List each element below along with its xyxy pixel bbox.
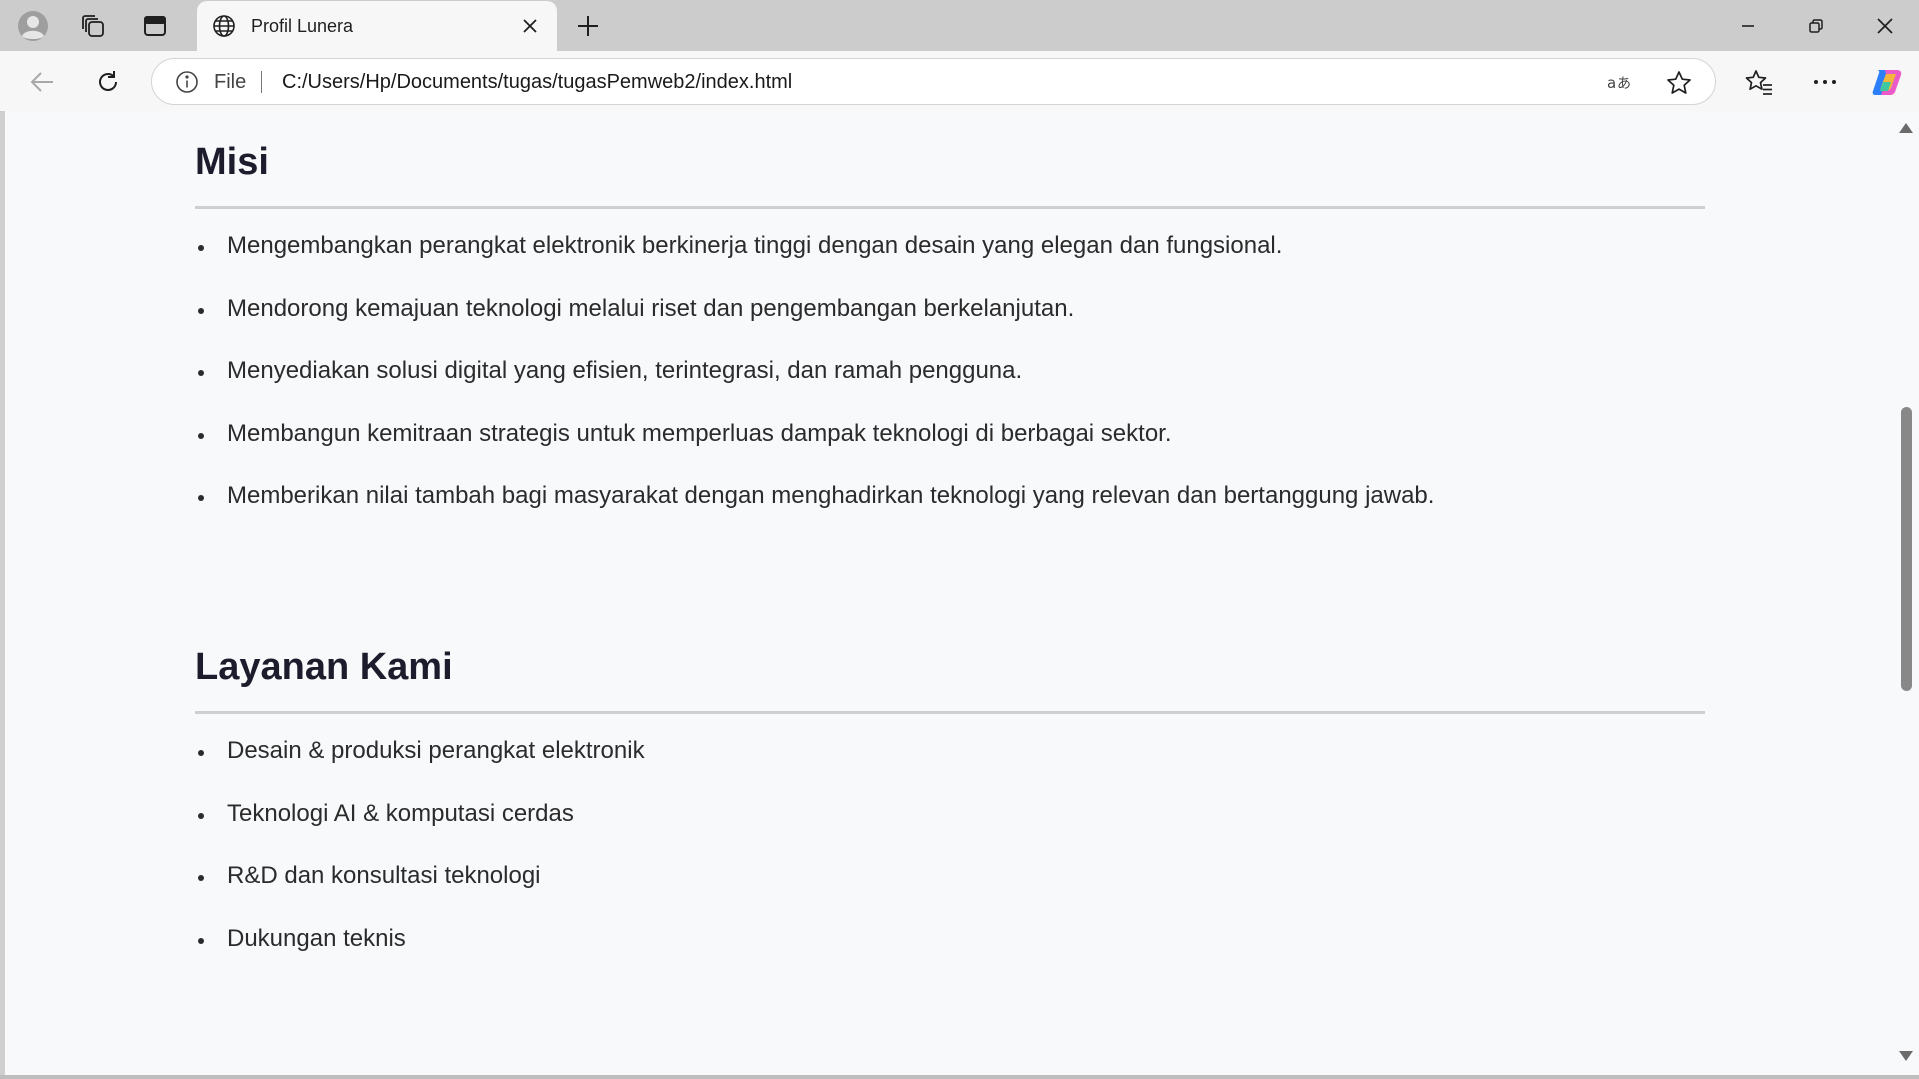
copilot-button[interactable] xyxy=(1865,60,1909,104)
tab-title: Profil Lunera xyxy=(251,15,354,36)
list-item: Dukungan teknis xyxy=(195,924,1705,954)
misi-heading: Misi xyxy=(195,141,269,183)
window-close-icon xyxy=(1877,17,1893,34)
favorites-icon xyxy=(1745,70,1772,95)
more-button[interactable] xyxy=(1803,60,1847,104)
workspaces-button[interactable] xyxy=(71,7,115,45)
address-divider xyxy=(261,71,262,93)
new-tab-button[interactable] xyxy=(566,6,610,46)
globe-icon xyxy=(207,9,241,43)
scrollbar-thumb[interactable] xyxy=(1901,407,1912,691)
star-icon[interactable] xyxy=(1663,67,1695,99)
minimize-button[interactable] xyxy=(1714,0,1782,51)
workspaces-icon xyxy=(82,15,104,37)
read-aloud-icon[interactable]: a あ xyxy=(1604,67,1636,99)
list-item: Membangun kemitraan strategis untuk memp… xyxy=(195,419,1705,449)
list-item: Teknologi AI & komputasi cerdas xyxy=(195,799,1705,829)
url-text[interactable]: C:/Users/Hp/Documents/tugas/tugasPemweb2… xyxy=(282,71,792,94)
window-close-button[interactable] xyxy=(1851,0,1919,51)
plus-icon xyxy=(578,16,598,36)
info-icon[interactable] xyxy=(174,69,200,95)
restore-button[interactable] xyxy=(1782,0,1850,51)
scroll-up-arrow-icon[interactable] xyxy=(1899,123,1913,133)
list-item: Mendorong kemajuan teknologi melalui ris… xyxy=(195,294,1705,324)
list-item: Desain & produksi perangkat elektronik xyxy=(195,736,1705,766)
profile-icon xyxy=(18,11,48,41)
list-item: R&D dan konsultasi teknologi xyxy=(195,861,1705,891)
section-divider xyxy=(195,206,1705,209)
layanan-section: Layanan Kami Desain & produksi perangkat… xyxy=(195,644,1705,986)
refresh-button[interactable] xyxy=(86,60,130,104)
list-item: Memberikan nilai tambah bagi masyarakat … xyxy=(195,481,1705,511)
list-item: Menyediakan solusi digital yang efisien,… xyxy=(195,356,1705,386)
window-bottom-edge xyxy=(0,1075,1919,1079)
back-button[interactable] xyxy=(20,60,64,104)
layanan-list: Desain & produksi perangkat elektronik T… xyxy=(195,736,1705,954)
svg-text:a: a xyxy=(1607,74,1616,92)
tab-strip: Profil Lunera xyxy=(0,0,1919,51)
page-viewport: Misi Mengembangkan perangkat elektronik … xyxy=(5,111,1894,1075)
misi-list: Mengembangkan perangkat elektronik berki… xyxy=(195,231,1705,511)
refresh-icon xyxy=(99,71,117,91)
more-icon xyxy=(1814,80,1836,84)
restore-icon xyxy=(1809,18,1823,33)
svg-text:あ: あ xyxy=(1617,76,1631,92)
minimize-icon xyxy=(1742,24,1754,27)
address-bar[interactable]: File C:/Users/Hp/Documents/tugas/tugasPe… xyxy=(151,58,1716,105)
close-icon[interactable] xyxy=(515,11,545,41)
vertical-tabs-icon xyxy=(144,16,166,36)
active-tab[interactable]: Profil Lunera xyxy=(197,1,557,51)
browser-toolbar: File C:/Users/Hp/Documents/tugas/tugasPe… xyxy=(0,51,1919,111)
profile-button[interactable] xyxy=(11,7,55,45)
section-divider xyxy=(195,711,1705,714)
scroll-down-arrow-icon[interactable] xyxy=(1899,1051,1913,1061)
list-item: Mengembangkan perangkat elektronik berki… xyxy=(195,231,1705,261)
misi-section: Misi Mengembangkan perangkat elektronik … xyxy=(195,139,1705,544)
vertical-tabs-button[interactable] xyxy=(133,7,177,45)
copilot-icon xyxy=(1872,70,1902,95)
favorites-button[interactable] xyxy=(1737,60,1781,104)
file-scheme-label: File xyxy=(214,71,247,93)
back-arrow-icon xyxy=(30,72,53,92)
layanan-heading: Layanan Kami xyxy=(195,646,453,688)
vertical-scrollbar[interactable] xyxy=(1894,111,1919,1075)
